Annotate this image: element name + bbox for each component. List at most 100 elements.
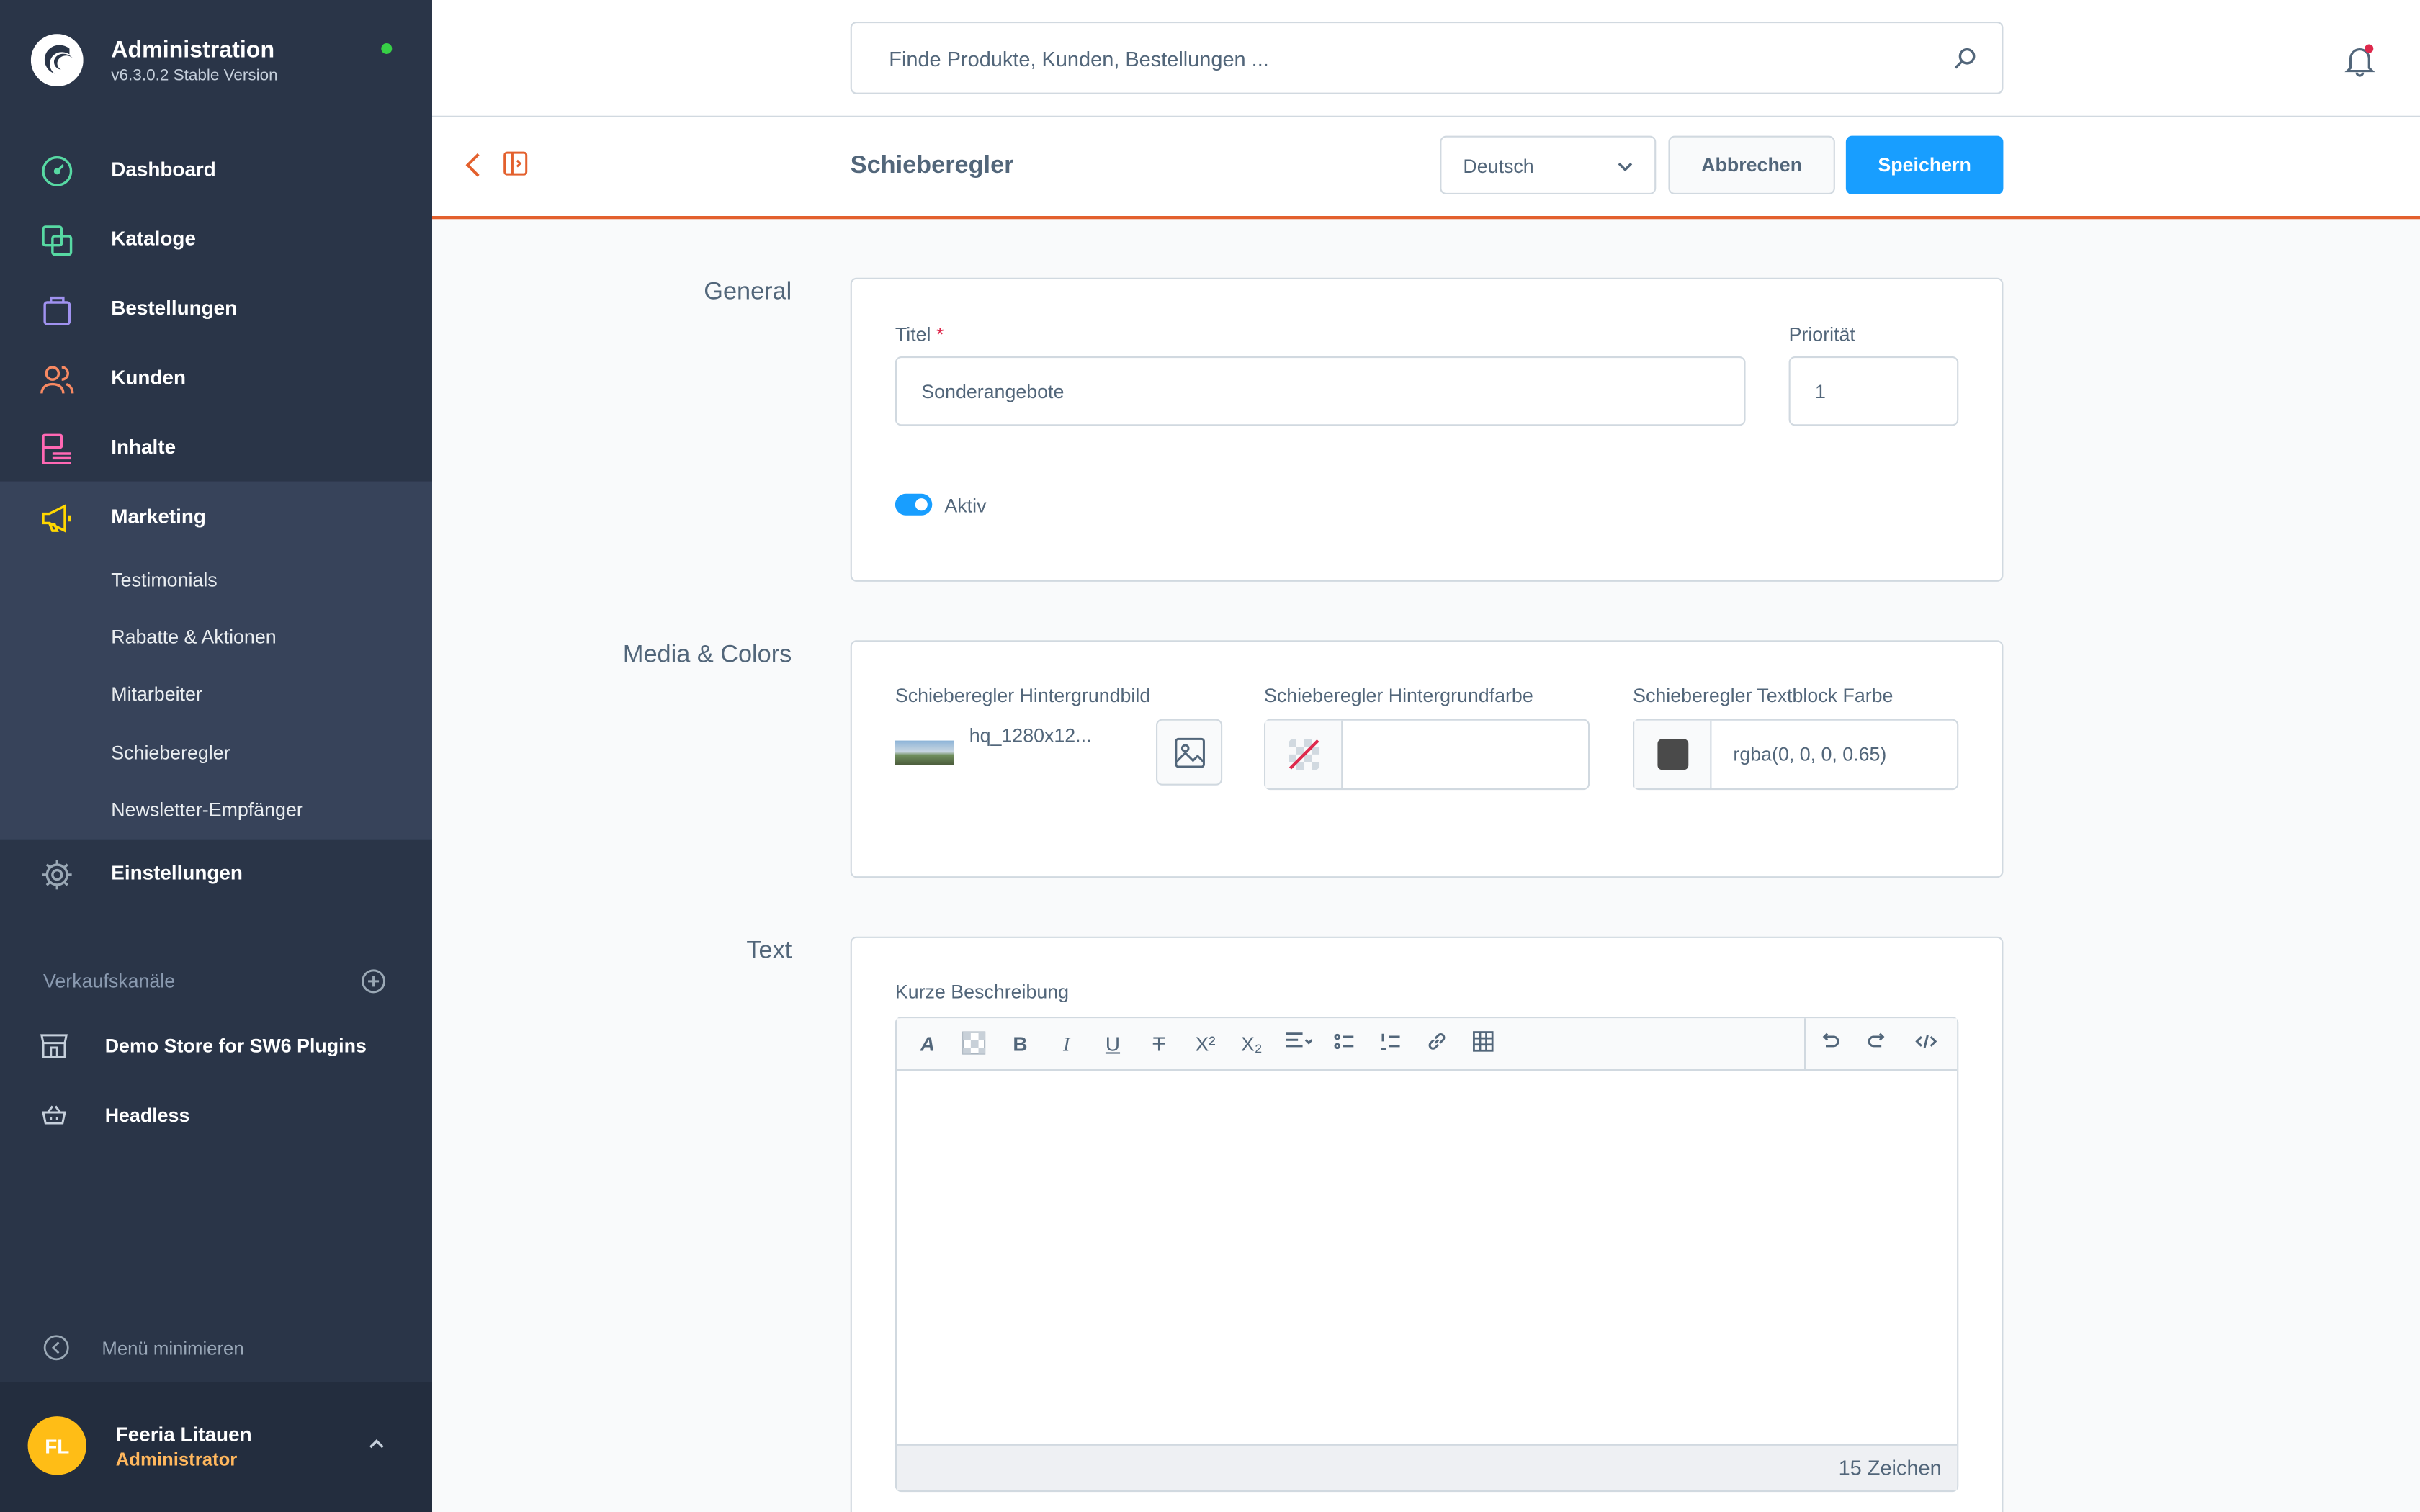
superscript-icon[interactable]: X²	[1191, 1030, 1219, 1058]
gear-icon	[42, 860, 72, 890]
image-icon	[1175, 737, 1205, 768]
user-name: Feeria Litauen	[115, 1422, 252, 1446]
image-picker-button[interactable]	[1156, 719, 1223, 786]
align-icon[interactable]	[1284, 1030, 1313, 1058]
priority-label: Priorität	[1788, 324, 1855, 346]
sales-channel-headless[interactable]: Headless	[0, 1086, 432, 1148]
redo-icon[interactable]	[1863, 1030, 1891, 1058]
undo-icon[interactable]	[1816, 1030, 1845, 1058]
text-style-icon[interactable]: A	[914, 1030, 942, 1058]
title-field[interactable]: Sonderangebote	[895, 356, 1746, 426]
sub-item-schieberegler[interactable]: Schieberegler	[111, 742, 230, 764]
active-label: Aktiv	[944, 495, 987, 517]
priority-value: 1	[1815, 381, 1826, 403]
nav-item-kataloge[interactable]: Kataloge	[0, 207, 432, 274]
ordered-list-icon[interactable]	[1376, 1030, 1404, 1058]
nav-label: Inhalte	[111, 435, 176, 459]
bold-icon[interactable]: B	[1006, 1030, 1034, 1058]
brand-header: Administration v6.3.0.2 Stable Version	[0, 0, 432, 123]
status-indicator	[381, 43, 393, 54]
add-circle-icon[interactable]	[361, 969, 386, 994]
smartbar: Schieberegler Deutsch Abbrechen Speicher…	[432, 117, 2420, 220]
language-select[interactable]: Deutsch	[1440, 135, 1657, 194]
nav-item-einstellungen[interactable]: Einstellungen	[0, 841, 432, 909]
megaphone-icon	[42, 504, 71, 533]
active-toggle[interactable]	[895, 493, 933, 516]
nav-item-marketing[interactable]: Marketing	[0, 485, 432, 552]
chevron-up-icon[interactable]	[367, 1435, 386, 1454]
title-value: Sonderangebote	[921, 381, 1065, 403]
sales-channel-demo-store[interactable]: Demo Store for SW6 Plugins	[0, 1017, 432, 1079]
char-count: 15 Zeichen	[1838, 1456, 1942, 1480]
text-color-swatch-box[interactable]	[1634, 720, 1712, 788]
short-desc-label: Kurze Beschreibung	[895, 981, 1070, 1003]
search-input[interactable]: Finde Produkte, Kunden, Bestellungen ...	[850, 22, 2004, 94]
bg-color-field[interactable]	[1264, 719, 1590, 791]
language-value: Deutsch	[1463, 156, 1534, 178]
priority-field[interactable]: 1	[1788, 356, 1959, 426]
nav-label: Kataloge	[111, 227, 196, 251]
users-icon	[40, 366, 74, 394]
chevron-left-circle-icon	[43, 1335, 69, 1361]
nav-item-kunden[interactable]: Kunden	[0, 346, 432, 413]
shopware-logo	[30, 34, 84, 87]
bg-color-swatch-box[interactable]	[1265, 720, 1343, 788]
underline-icon[interactable]: U	[1099, 1030, 1127, 1058]
text-color-swatch	[1657, 739, 1689, 770]
nav-label: Dashboard	[111, 157, 216, 181]
subscript-icon[interactable]: X₂	[1238, 1030, 1266, 1058]
color-picker-icon[interactable]	[960, 1030, 988, 1058]
cancel-button[interactable]: Abbrechen	[1668, 135, 1835, 194]
sales-channel-label: Headless	[104, 1104, 190, 1127]
code-view-icon[interactable]	[1912, 1030, 1940, 1058]
gauge-icon	[42, 156, 73, 186]
text-color-field[interactable]: rgba(0, 0, 0, 0.65)	[1633, 719, 1959, 791]
text-color-value: rgba(0, 0, 0, 0.65)	[1733, 743, 1887, 765]
catalog-icon	[42, 225, 73, 256]
nav-item-dashboard[interactable]: Dashboard	[0, 138, 432, 205]
title-label: Titel *	[895, 324, 944, 346]
toolbar-separator	[1804, 1018, 1806, 1071]
italic-icon[interactable]: I	[1052, 1030, 1080, 1058]
sub-item-testimonials[interactable]: Testimonials	[111, 570, 217, 591]
section-label-media: Media & Colors	[622, 642, 792, 668]
text-color-label: Schieberegler Textblock Farbe	[1633, 685, 1894, 707]
nav-label: Bestellungen	[111, 296, 238, 320]
user-panel[interactable]: FL Feeria Litauen Administrator	[0, 1382, 432, 1512]
nav-label: Marketing	[111, 504, 206, 528]
link-icon[interactable]	[1423, 1030, 1451, 1058]
media-card: Schieberegler Hintergrundbild hq_1280x12…	[850, 640, 2004, 878]
sub-item-rabatte[interactable]: Rabatte & Aktionen	[111, 626, 276, 648]
shopping-bag-icon	[43, 296, 71, 325]
editor-toolbar: A B I U T X² X₂	[897, 1018, 1958, 1071]
strikethrough-icon[interactable]: T	[1145, 1030, 1173, 1058]
save-button[interactable]: Speichern	[1845, 135, 2004, 194]
general-card: Titel * Sonderangebote Priorität 1 Aktiv	[850, 277, 2004, 582]
chevron-down-icon	[1618, 162, 1633, 172]
editor-footer: 15 Zeichen	[897, 1444, 1958, 1490]
text-editor[interactable]: A B I U T X² X₂ 15 Zeichen	[895, 1017, 1959, 1493]
table-icon[interactable]	[1469, 1030, 1497, 1058]
sidebar-panel-icon[interactable]	[503, 151, 528, 176]
notification-bell-icon[interactable]	[2343, 43, 2377, 77]
sub-item-mitarbeiter[interactable]: Mitarbeiter	[111, 683, 202, 705]
app-version: v6.3.0.2 Stable Version	[111, 66, 278, 85]
search-icon[interactable]	[1953, 46, 1977, 71]
bg-image-filename: hq_1280x12...	[969, 725, 1092, 747]
text-card: Kurze Beschreibung A B I U T X² X₂ 15 Ze…	[850, 936, 2004, 1512]
user-role: Administrator	[115, 1449, 238, 1471]
sub-item-newsletter[interactable]: Newsletter-Empfänger	[111, 799, 302, 821]
section-label-general: General	[704, 279, 792, 306]
nav-item-bestellungen[interactable]: Bestellungen	[0, 276, 432, 344]
page-title: Schieberegler	[850, 153, 1014, 179]
nav-item-inhalte[interactable]: Inhalte	[0, 415, 432, 482]
unordered-list-icon[interactable]	[1330, 1030, 1358, 1058]
nav-label: Einstellungen	[111, 860, 243, 884]
section-label-text: Text	[746, 937, 792, 965]
bg-image-thumbnail[interactable]	[895, 740, 954, 765]
bg-image-label: Schieberegler Hintergrundbild	[895, 685, 1151, 707]
menu-minimize[interactable]: Menü minimieren	[0, 1324, 432, 1374]
back-arrow-icon[interactable]	[463, 151, 485, 179]
basket-icon	[42, 1105, 66, 1125]
bg-color-label: Schieberegler Hintergrundfarbe	[1264, 685, 1533, 707]
